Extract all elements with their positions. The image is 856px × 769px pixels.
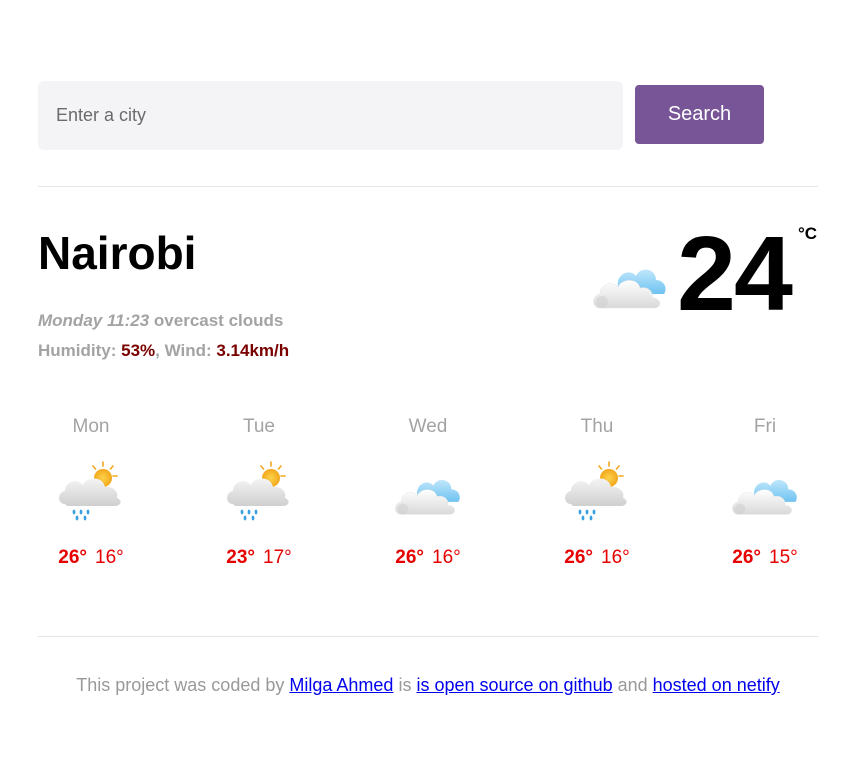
search-button[interactable]: Search: [635, 85, 764, 144]
forecast-day: Thu 26° 16°: [544, 412, 650, 572]
footer-text: is: [393, 675, 417, 695]
forecast-day: Wed 26° 16°: [375, 412, 481, 572]
weather-details: Monday 11:23 overcast clouds Humidity: 5…: [38, 306, 289, 366]
forecast-day-name: Thu: [580, 416, 614, 437]
overcast-clouds-icon: [592, 256, 668, 310]
forecast-temps: 26° 16°: [38, 544, 144, 572]
forecast-min-temp: 16°: [601, 547, 630, 568]
forecast-min-temp: 16°: [95, 547, 124, 568]
forecast-day: Tue 23° 17°: [206, 412, 312, 572]
wind-value: 3.14km/h: [216, 341, 290, 360]
forecast-max-temp: 26°: [732, 547, 761, 568]
search-form: Search: [38, 81, 764, 150]
day-time: Monday 11:23: [38, 311, 150, 330]
forecast-temps: 26° 16°: [544, 544, 650, 572]
forecast-day-name: Mon: [72, 416, 110, 437]
condition-line: Monday 11:23 overcast clouds: [38, 306, 289, 336]
rain-sun-cloud-icon: [57, 460, 125, 522]
footer-text: This project was coded by: [76, 675, 290, 695]
hosting-link[interactable]: hosted on netify: [653, 675, 780, 695]
footer: This project was coded by Milga Ahmed is…: [0, 672, 856, 698]
city-name: Nairobi: [38, 227, 197, 279]
forecast-day: Mon 26° 16°: [38, 412, 144, 572]
rain-sun-cloud-icon: [225, 460, 293, 522]
wind-label: , Wind:: [155, 341, 217, 360]
forecast-max-temp: 26°: [395, 547, 424, 568]
forecast-temps: 23° 17°: [206, 544, 312, 572]
humidity-wind-line: Humidity: 53%, Wind: 3.14km/h: [38, 336, 289, 366]
forecast-day-name: Fri: [753, 416, 777, 437]
overcast-clouds-icon: [394, 466, 462, 518]
forecast-day: Fri 26° 15°: [712, 412, 818, 572]
top-divider: [38, 186, 818, 187]
footer-text: and: [612, 675, 653, 695]
forecast-min-temp: 15°: [769, 547, 798, 568]
forecast-max-temp: 26°: [564, 547, 593, 568]
weather-description: overcast clouds: [153, 311, 284, 330]
humidity-value: 53%: [121, 341, 156, 360]
forecast-min-temp: 16°: [432, 547, 461, 568]
current-temperature: 24: [677, 215, 793, 333]
forecast-max-temp: 26°: [58, 547, 87, 568]
overcast-clouds-icon: [731, 466, 799, 518]
github-link[interactable]: is open source on github: [416, 675, 612, 695]
bottom-divider: [38, 636, 818, 637]
rain-sun-cloud-icon: [563, 460, 631, 522]
humidity-label: Humidity:: [38, 341, 122, 360]
forecast: Mon 26° 16° Tue 23° 17° Wed 26° 16° Thu 26°…: [38, 412, 818, 602]
forecast-day-name: Tue: [242, 416, 276, 437]
forecast-max-temp: 23°: [226, 547, 255, 568]
forecast-temps: 26° 15°: [712, 544, 818, 572]
forecast-day-name: Wed: [408, 416, 448, 437]
author-link[interactable]: Milga Ahmed: [289, 675, 393, 695]
search-input[interactable]: [38, 81, 623, 150]
forecast-temps: 26° 16°: [375, 544, 481, 572]
forecast-min-temp: 17°: [263, 547, 292, 568]
temperature-unit: °C: [798, 224, 818, 243]
